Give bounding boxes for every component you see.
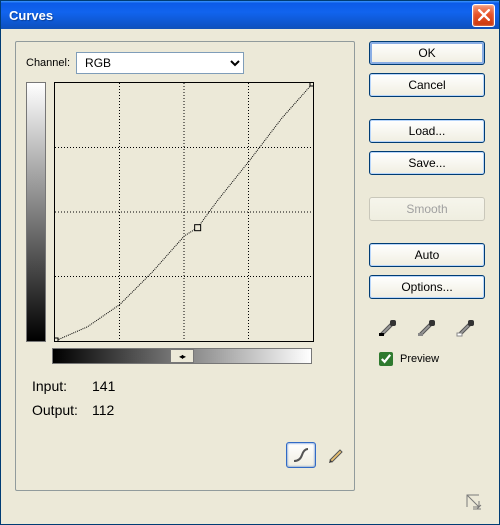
horizontal-gradient[interactable]: ◂▸ (52, 348, 312, 364)
pencil-tool-button[interactable] (322, 442, 350, 466)
save-button[interactable]: Save... (369, 151, 485, 175)
window-title: Curves (9, 8, 53, 23)
gradient-midpoint-handle[interactable]: ◂▸ (170, 349, 194, 363)
curve-tool-button[interactable] (286, 442, 316, 468)
output-label: Output: (32, 402, 92, 418)
auto-button[interactable]: Auto (369, 243, 485, 267)
pencil-tool-icon (327, 445, 345, 463)
output-value: 112 (92, 402, 132, 418)
vertical-gradient (26, 82, 46, 342)
channel-select[interactable]: RGB Red Green Blue (76, 52, 244, 74)
resize-grip-icon[interactable] (465, 493, 483, 514)
titlebar[interactable]: Curves (1, 1, 499, 29)
load-button[interactable]: Load... (369, 119, 485, 143)
input-label: Input: (32, 378, 92, 394)
eyedropper-gray-icon[interactable] (416, 315, 438, 337)
curves-svg (55, 83, 313, 341)
cancel-button[interactable]: Cancel (369, 73, 485, 97)
channel-label: Channel: (26, 57, 70, 69)
curve-tool-icon (292, 447, 310, 463)
close-button[interactable] (472, 4, 495, 27)
preview-label[interactable]: Preview (400, 353, 439, 365)
close-icon (478, 9, 490, 21)
preview-checkbox[interactable] (379, 352, 393, 366)
eyedropper-black-icon[interactable] (377, 315, 399, 337)
smooth-button: Smooth (369, 197, 485, 221)
options-button[interactable]: Options... (369, 275, 485, 299)
eyedropper-white-icon[interactable] (455, 315, 477, 337)
input-value: 141 (92, 378, 132, 394)
curves-plot[interactable] (54, 82, 314, 342)
curves-panel: Channel: RGB Red Green Blue (15, 41, 355, 491)
ok-button[interactable]: OK (369, 41, 485, 65)
curves-dialog: Curves Channel: RGB Red Green Blue (0, 0, 500, 525)
